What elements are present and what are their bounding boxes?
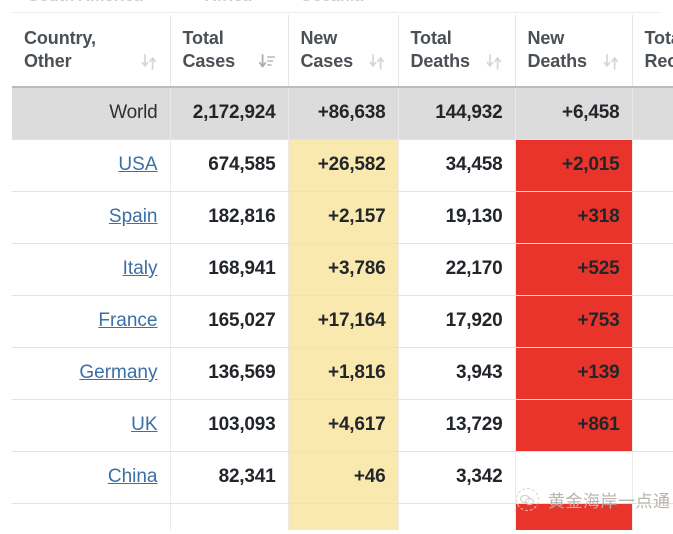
sort-both-icon[interactable]: [368, 52, 386, 72]
column-header-new-cases[interactable]: NewCases: [288, 15, 398, 87]
cell-total-deaths: 34,458: [398, 139, 515, 191]
cell-total-deaths: 13,729: [398, 399, 515, 451]
column-header-country[interactable]: Country,Other: [12, 15, 170, 87]
country-link-spain[interactable]: Spain: [109, 206, 158, 227]
cell-new-deaths: +861: [515, 399, 632, 451]
cell-new-cases: [288, 503, 398, 530]
cell-total-recovered: [632, 347, 673, 399]
cell-total-deaths: [398, 503, 515, 530]
column-header-total-recovered-label: TotaRec: [645, 27, 673, 73]
cell-total-deaths: 19,130: [398, 191, 515, 243]
cell-country: Spain: [12, 191, 170, 243]
cell-country: UK: [12, 399, 170, 451]
cell-country: Italy: [12, 243, 170, 295]
country-link-china[interactable]: China: [108, 466, 158, 487]
column-header-total-recovered[interactable]: TotaRec: [632, 15, 673, 87]
cell-new-deaths: +139: [515, 347, 632, 399]
cell-total-cases: 82,341: [170, 451, 288, 503]
country-link-usa[interactable]: USA: [118, 154, 157, 175]
cell-total-cases: 182,816: [170, 191, 288, 243]
region-tabs-strip: South America Africa Oceania: [0, 0, 673, 14]
table-row[interactable]: Spain 182,816 +2,157 19,130 +318: [12, 191, 673, 243]
column-header-new-deaths[interactable]: NewDeaths: [515, 15, 632, 87]
cell-new-cases: +1,816: [288, 347, 398, 399]
cell-new-deaths: +318: [515, 191, 632, 243]
cell-new-deaths: +525: [515, 243, 632, 295]
cell-new-deaths: +753: [515, 295, 632, 347]
sort-both-icon[interactable]: [485, 52, 503, 72]
tabs-divider: [12, 12, 660, 13]
cell-new-deaths: [515, 503, 632, 530]
cell-total-recovered: [632, 191, 673, 243]
sort-descending-icon[interactable]: [258, 52, 276, 72]
cell-total-cases: [170, 503, 288, 530]
cell-new-cases: +3,786: [288, 243, 398, 295]
tab-oceania[interactable]: Oceania: [300, 0, 364, 6]
cell-new-cases: +26,582: [288, 139, 398, 191]
cell-new-cases: +2,157: [288, 191, 398, 243]
covid-statistics-table-container: Country,Other TotalCases: [12, 15, 673, 530]
cell-total-recovered: [632, 399, 673, 451]
cell-total-cases: 2,172,924: [170, 87, 288, 139]
cell-total-cases: 136,569: [170, 347, 288, 399]
table-header: Country,Other TotalCases: [12, 15, 673, 87]
cell-total-cases: 674,585: [170, 139, 288, 191]
cell-total-recovered: [632, 295, 673, 347]
table-body: World 2,172,924 +86,638 144,932 +6,458 U…: [12, 87, 673, 530]
cell-total-deaths: 144,932: [398, 87, 515, 139]
sort-both-icon[interactable]: [140, 52, 158, 72]
table-row-world[interactable]: World 2,172,924 +86,638 144,932 +6,458: [12, 87, 673, 139]
table-row-partial: [12, 503, 673, 530]
table-row[interactable]: USA 674,585 +26,582 34,458 +2,015: [12, 139, 673, 191]
cell-country: France: [12, 295, 170, 347]
cell-total-cases: 168,941: [170, 243, 288, 295]
table-row[interactable]: France 165,027 +17,164 17,920 +753: [12, 295, 673, 347]
cell-total-deaths: 3,943: [398, 347, 515, 399]
sort-both-icon[interactable]: [602, 52, 620, 72]
cell-new-cases: +17,164: [288, 295, 398, 347]
column-header-new-deaths-label: NewDeaths: [528, 27, 587, 73]
column-header-total-deaths-label: TotalDeaths: [411, 27, 470, 73]
cell-country: USA: [12, 139, 170, 191]
column-header-total-deaths[interactable]: TotalDeaths: [398, 15, 515, 87]
country-link-uk[interactable]: UK: [131, 414, 157, 435]
cell-country: Germany: [12, 347, 170, 399]
tab-south-america[interactable]: South America: [28, 0, 143, 6]
cell-total-recovered: [632, 87, 673, 139]
covid-statistics-table: Country,Other TotalCases: [12, 15, 673, 530]
cell-country: China: [12, 451, 170, 503]
tab-africa[interactable]: Africa: [205, 0, 252, 6]
cell-new-cases: +4,617: [288, 399, 398, 451]
cell-total-recovered: [632, 243, 673, 295]
country-link-germany[interactable]: Germany: [79, 362, 157, 383]
country-link-france[interactable]: France: [98, 310, 157, 331]
cell-total-deaths: 3,342: [398, 451, 515, 503]
cell-new-cases: +86,638: [288, 87, 398, 139]
cell-country: [12, 503, 170, 530]
column-header-total-cases-label: TotalCases: [183, 27, 236, 73]
cell-new-cases: +46: [288, 451, 398, 503]
column-header-total-cases[interactable]: TotalCases: [170, 15, 288, 87]
column-header-country-label: Country,Other: [24, 27, 96, 73]
cell-total-recovered: [632, 139, 673, 191]
table-header-row: Country,Other TotalCases: [12, 15, 673, 87]
cell-total-cases: 165,027: [170, 295, 288, 347]
cell-new-deaths: +2,015: [515, 139, 632, 191]
table-row[interactable]: Italy 168,941 +3,786 22,170 +525: [12, 243, 673, 295]
cell-new-deaths: [515, 451, 632, 503]
column-header-new-cases-label: NewCases: [301, 27, 354, 73]
cell-total-deaths: 17,920: [398, 295, 515, 347]
cell-total-recovered: [632, 451, 673, 503]
cell-new-deaths: +6,458: [515, 87, 632, 139]
table-row[interactable]: China 82,341 +46 3,342: [12, 451, 673, 503]
cell-country: World: [12, 87, 170, 139]
cell-total-recovered: [632, 503, 673, 530]
cell-total-deaths: 22,170: [398, 243, 515, 295]
country-link-italy[interactable]: Italy: [123, 258, 158, 279]
table-row[interactable]: UK 103,093 +4,617 13,729 +861: [12, 399, 673, 451]
cell-total-cases: 103,093: [170, 399, 288, 451]
table-row[interactable]: Germany 136,569 +1,816 3,943 +139: [12, 347, 673, 399]
